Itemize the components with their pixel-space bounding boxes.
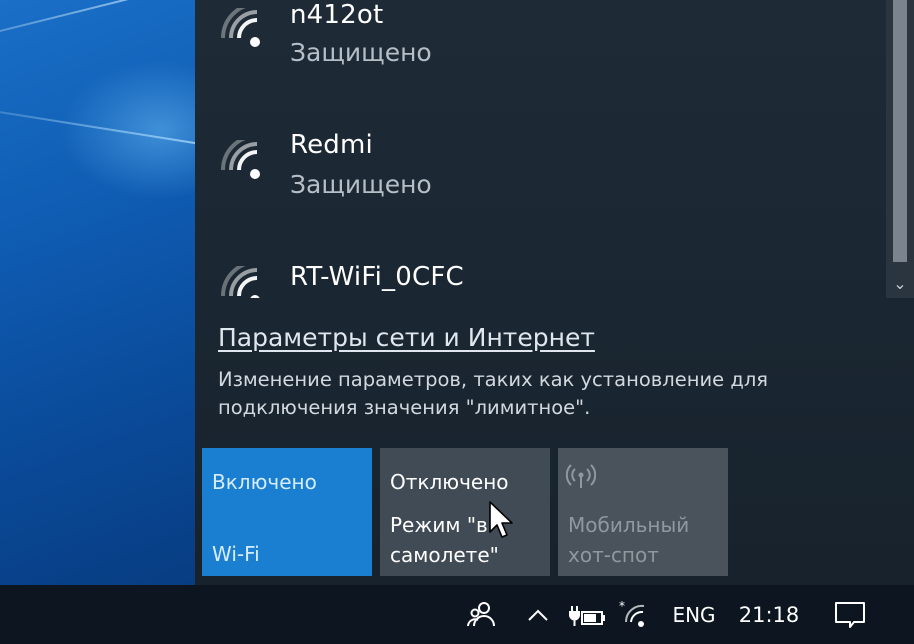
airplane-mode-tile[interactable]: Отключено Режим "в самолете" <box>380 448 550 576</box>
tile-label-line: хот-спот <box>568 543 659 567</box>
taskbar: * ENG 21:18 <box>0 585 914 644</box>
network-item-rt-wifi[interactable]: RT-WiFi_0CFC <box>195 258 875 298</box>
wifi-icon <box>221 140 260 179</box>
wallpaper-glow <box>60 60 195 200</box>
network-settings-link[interactable]: Параметры сети и Интернет <box>218 323 595 352</box>
tile-state: Отключено <box>390 470 509 494</box>
tile-label-line: Мобильный <box>568 513 690 537</box>
wifi-tray-icon: * <box>619 600 645 627</box>
network-item-n412ot[interactable]: n412ot Защищено <box>195 0 875 110</box>
language-indicator[interactable]: ENG <box>664 585 724 644</box>
network-name: n412ot <box>290 0 384 30</box>
chevron-up-icon <box>528 609 548 621</box>
tile-label-line: Режим "в <box>390 513 488 537</box>
tile-state: Включено <box>212 470 317 494</box>
network-settings-description: Изменение параметров, таких как установл… <box>218 368 769 419</box>
people-button[interactable] <box>460 585 502 644</box>
flyout-scrollbar[interactable]: ⌄ <box>886 0 914 298</box>
network-status: Защищено <box>290 38 432 67</box>
mobile-hotspot-tile[interactable]: Мобильный хот-спот <box>558 448 728 576</box>
tile-label-line: самолете" <box>390 543 499 567</box>
wifi-icon <box>221 8 260 47</box>
network-name: RT-WiFi_0CFC <box>290 262 464 292</box>
desktop-wallpaper <box>0 0 195 585</box>
tile-label: Wi-Fi <box>212 542 260 566</box>
tile-label: Мобильный хот-спот <box>568 510 689 570</box>
network-name: Redmi <box>290 130 373 160</box>
battery-button[interactable] <box>562 585 610 644</box>
scroll-thumb[interactable] <box>893 0 907 262</box>
hotspot-icon <box>566 464 596 488</box>
cursor-icon <box>489 501 513 538</box>
network-item-redmi[interactable]: Redmi Защищено <box>195 128 875 238</box>
power-plug-icon <box>569 605 605 626</box>
people-icon <box>467 601 495 626</box>
wifi-toggle-tile[interactable]: Включено Wi-Fi <box>202 448 372 576</box>
clock[interactable]: 21:18 <box>734 585 804 644</box>
wifi-icon <box>221 266 260 298</box>
network-tray-button[interactable]: * <box>614 585 656 644</box>
notification-icon <box>835 601 865 628</box>
scroll-down-icon[interactable]: ⌄ <box>886 270 914 298</box>
show-hidden-icons-button[interactable] <box>520 585 556 644</box>
network-flyout: n412ot Защищено Redmi Защищено RT-WiFi_0… <box>195 0 914 585</box>
wallpaper-light-beam <box>0 0 195 42</box>
tile-label: Режим "в самолете" <box>390 510 499 570</box>
network-status: Защищено <box>290 170 432 199</box>
svg-text:*: * <box>619 600 625 613</box>
action-center-button[interactable] <box>826 585 874 644</box>
